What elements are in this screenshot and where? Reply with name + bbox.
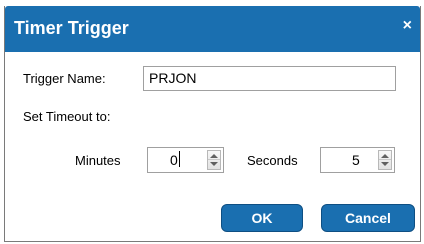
text-caret <box>179 151 180 167</box>
minutes-stepper[interactable]: 0 <box>147 147 224 173</box>
dialog-title-bar[interactable]: Timer Trigger × <box>5 6 420 52</box>
spin-divider <box>208 159 220 160</box>
ok-button[interactable]: OK <box>221 204 303 232</box>
arrow-down-icon[interactable] <box>381 162 389 166</box>
cancel-button[interactable]: Cancel <box>321 204 415 232</box>
trigger-name-label: Trigger Name: <box>23 71 106 86</box>
minutes-value: 0 <box>170 152 178 168</box>
arrow-down-icon[interactable] <box>210 162 218 166</box>
dialog-title: Timer Trigger <box>14 18 129 38</box>
seconds-stepper[interactable]: 5 <box>320 147 395 173</box>
seconds-value: 5 <box>352 152 360 168</box>
seconds-label: Seconds <box>247 153 298 168</box>
minutes-spin-arrows-icon[interactable] <box>207 150 221 170</box>
arrow-up-icon[interactable] <box>210 154 218 158</box>
set-timeout-label: Set Timeout to: <box>23 109 111 124</box>
close-icon[interactable]: × <box>403 18 412 34</box>
arrow-up-icon[interactable] <box>381 154 389 158</box>
minutes-label: Minutes <box>75 153 121 168</box>
timer-trigger-dialog: Timer Trigger × Trigger Name: PRJON Set … <box>4 6 421 242</box>
seconds-spin-arrows-icon[interactable] <box>378 150 392 170</box>
spin-divider <box>379 159 391 160</box>
trigger-name-input[interactable]: PRJON <box>143 66 396 91</box>
